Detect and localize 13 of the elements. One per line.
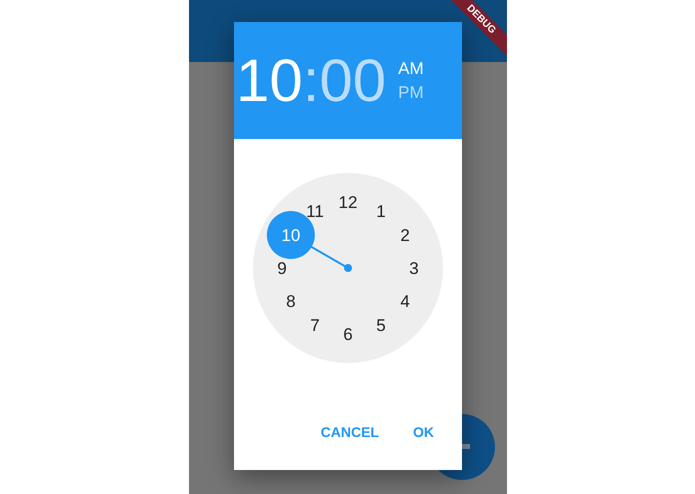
clock-dial[interactable] [253,173,443,363]
hour-number[interactable]: 4 [400,292,410,311]
hour-number[interactable]: 11 [306,202,324,221]
hour-number[interactable]: 12 [338,193,358,212]
hour-number[interactable]: 7 [310,316,320,336]
hour-number[interactable]: 2 [400,226,410,245]
hour-number[interactable]: 8 [286,292,296,311]
hour-number[interactable]: 9 [277,259,287,278]
hour-number[interactable]: 6 [343,325,353,344]
time-separator: : [302,48,320,112]
hour-number[interactable]: 1 [376,202,386,221]
hour-number[interactable]: 3 [409,259,419,278]
hour-number[interactable]: 5 [376,316,386,336]
